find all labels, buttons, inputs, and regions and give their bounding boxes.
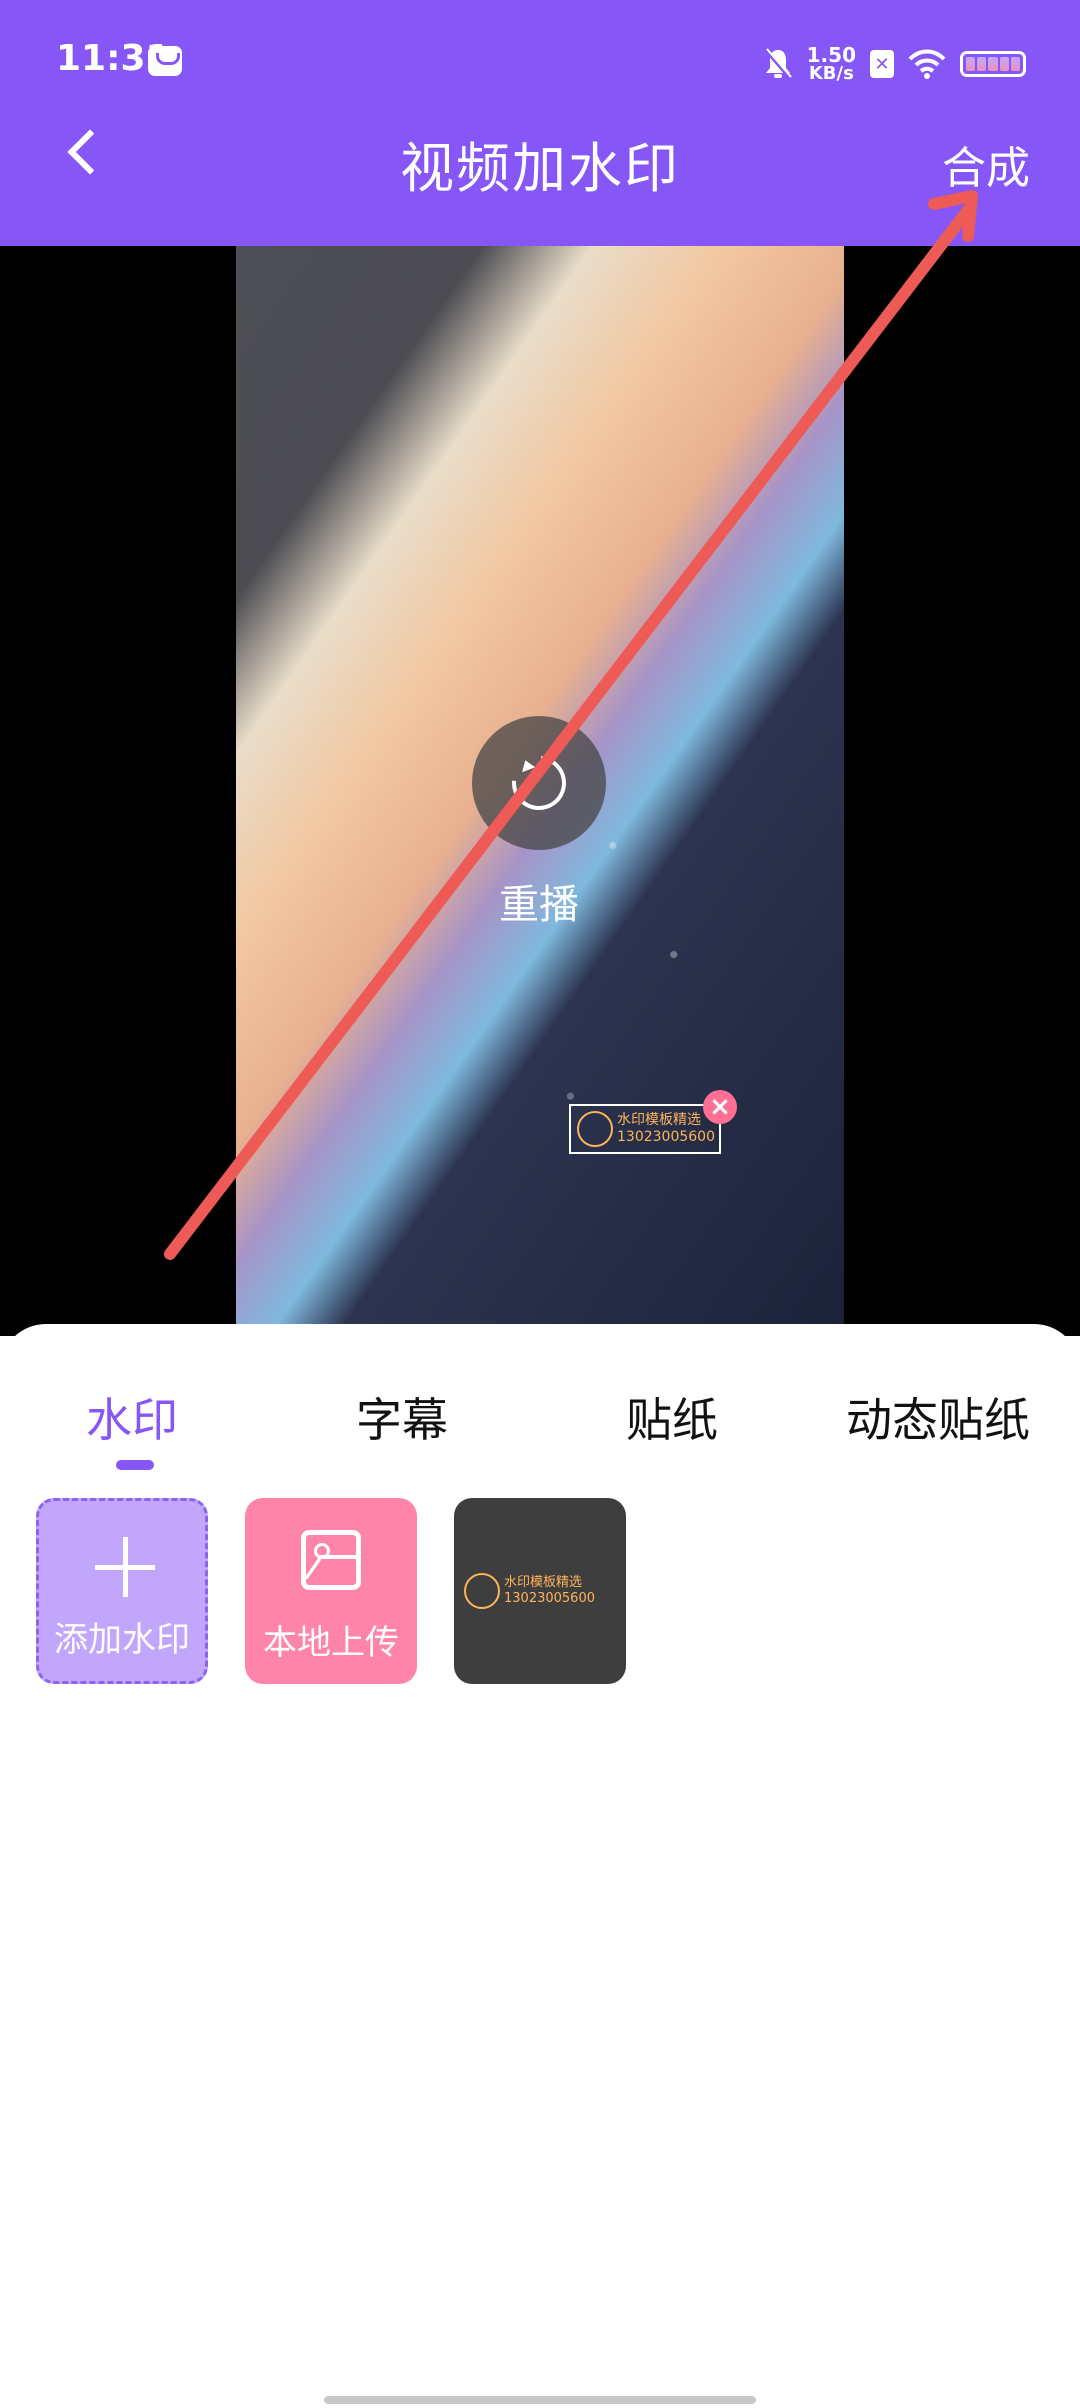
add-watermark-tile[interactable]: 添加水印 — [36, 1498, 208, 1684]
local-upload-label: 本地上传 — [263, 1623, 399, 1663]
page-title: 视频加水印 — [400, 137, 680, 200]
replay-button[interactable] — [472, 716, 606, 850]
remove-watermark-button[interactable]: × — [703, 1090, 737, 1124]
local-upload-tile[interactable]: 本地上传 — [245, 1498, 417, 1684]
image-icon — [301, 1530, 361, 1590]
tab-sticker[interactable]: 贴纸 — [626, 1384, 718, 1450]
template-text-line2: 13023005600 — [504, 1591, 595, 1606]
net-speed-value: 1.50 — [806, 43, 856, 67]
watermark-tiles: 添加水印 本地上传 水印模板精选 13023005600 — [36, 1498, 626, 1684]
watermark-template-preview: 水印模板精选 13023005600 — [464, 1568, 616, 1614]
mute-icon — [764, 48, 792, 80]
plus-icon — [95, 1537, 155, 1597]
replay-label: 重播 — [499, 882, 579, 928]
editor-panel: 水印 字幕 贴纸 动态贴纸 添加水印 本地上传 水印模板精选 130230056… — [0, 1324, 1080, 2408]
template-text-line1: 水印模板精选 — [504, 1575, 583, 1591]
sim-x-icon: ✕ — [870, 50, 894, 78]
network-speed: 1.50 KB/s — [807, 45, 856, 83]
notification-icon — [148, 46, 182, 76]
overlay-watermark[interactable]: 水印模板精选 13023005600 — [569, 1104, 721, 1154]
home-indicator[interactable] — [324, 2396, 756, 2404]
active-tab-indicator — [116, 1460, 154, 1470]
tab-dynamic-sticker[interactable]: 动态贴纸 — [846, 1384, 1030, 1450]
net-speed-unit: KB/s — [808, 63, 854, 84]
tab-watermark[interactable]: 水印 — [86, 1384, 178, 1450]
add-watermark-label: 添加水印 — [54, 1620, 190, 1660]
top-app-bar: 11:31 1.50 KB/s ✕ 视频加水印 合成 — [0, 0, 1080, 246]
tab-subtitle[interactable]: 字幕 — [356, 1384, 448, 1450]
status-icons: 1.50 KB/s ✕ — [763, 40, 1026, 88]
compose-button[interactable]: 合成 — [942, 132, 1030, 196]
watermark-text-line1: 水印模板精选 — [617, 1112, 701, 1129]
battery-icon — [960, 51, 1026, 77]
watermark-logo-icon — [577, 1111, 613, 1147]
watermark-template-tile[interactable]: 水印模板精选 13023005600 — [454, 1498, 626, 1684]
tab-bar: 水印 字幕 贴纸 动态贴纸 — [0, 1384, 1080, 1454]
watermark-text-line2: 13023005600 — [617, 1129, 715, 1145]
watermark-logo-icon — [464, 1573, 500, 1609]
wifi-icon — [908, 49, 946, 79]
